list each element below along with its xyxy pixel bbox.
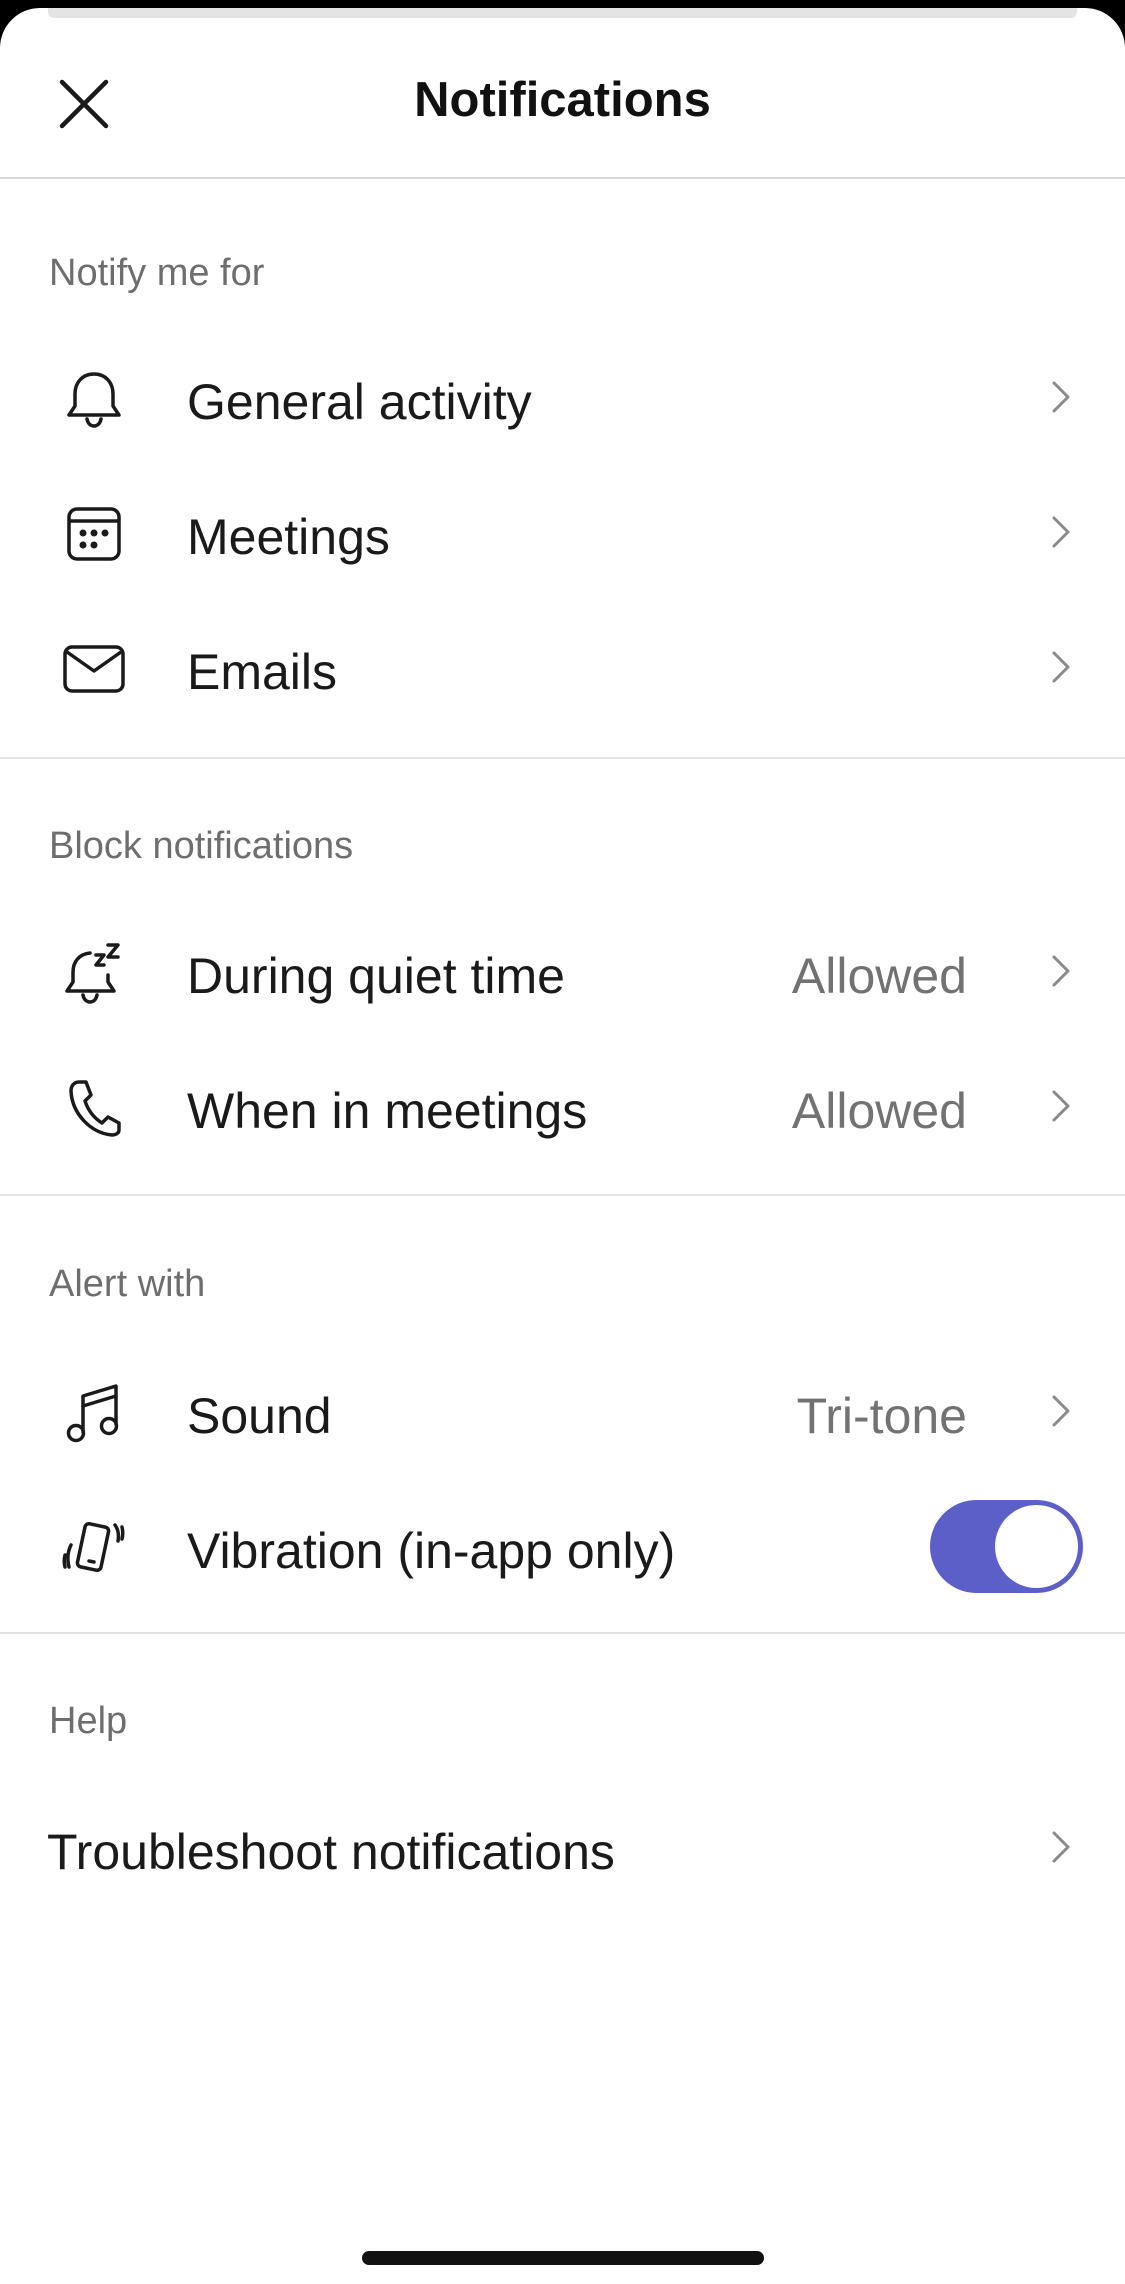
row-sound[interactable]: Sound Tri-tone <box>0 1343 1125 1478</box>
row-value: Allowed <box>791 1083 967 1139</box>
section-block: Block notifications During quiet time Al… <box>0 759 1125 1196</box>
row-troubleshoot[interactable]: Troubleshoot notifications <box>0 1779 1125 1914</box>
home-indicator <box>362 2251 764 2265</box>
chevron-right-icon <box>1052 651 1070 683</box>
row-label: Emails <box>187 644 338 700</box>
row-meetings[interactable]: Meetings <box>0 464 1125 599</box>
section-label-notify: Notify me for <box>49 252 265 294</box>
toggle-knob <box>995 1505 1078 1588</box>
section-label-block: Block notifications <box>49 825 354 867</box>
section-help: Help Troubleshoot notifications <box>0 1634 1125 1934</box>
row-value: Allowed <box>791 948 967 1004</box>
row-vibration: Vibration (in-app only) <box>0 1478 1125 1613</box>
chevron-right-icon <box>1052 1090 1070 1122</box>
section-label-alert: Alert with <box>49 1263 206 1305</box>
vibrate-icon <box>60 1514 128 1582</box>
bell-icon <box>60 365 128 433</box>
row-label: Troubleshoot notifications <box>47 1824 615 1880</box>
row-in-meetings[interactable]: When in meetings Allowed <box>0 1038 1125 1173</box>
notifications-sheet: Notifications Notify me for General acti… <box>0 8 1125 2284</box>
page-title: Notifications <box>414 73 711 127</box>
header: Notifications <box>0 8 1125 179</box>
section-alert: Alert with Sound Tri-tone Vibration (in-… <box>0 1196 1125 1634</box>
row-label: During quiet time <box>187 948 565 1004</box>
row-quiet-time[interactable]: During quiet time Allowed <box>0 903 1125 1038</box>
music-note-icon <box>60 1379 128 1447</box>
section-label-help: Help <box>49 1700 128 1742</box>
chevron-right-icon <box>1052 1831 1070 1863</box>
row-label: When in meetings <box>187 1083 588 1139</box>
row-label: Sound <box>187 1388 332 1444</box>
row-label: General activity <box>187 374 532 430</box>
row-label: Vibration (in-app only) <box>187 1523 676 1579</box>
mail-icon <box>60 635 128 703</box>
bell-snooze-icon <box>60 939 128 1007</box>
chevron-right-icon <box>1052 516 1070 548</box>
row-emails[interactable]: Emails <box>0 599 1125 734</box>
phone-icon <box>60 1074 128 1142</box>
row-label: Meetings <box>187 509 390 565</box>
row-general-activity[interactable]: General activity <box>0 329 1125 464</box>
chevron-right-icon <box>1052 955 1070 987</box>
section-notify: Notify me for General activity Meetings … <box>0 179 1125 759</box>
chevron-right-icon <box>1052 381 1070 413</box>
chevron-right-icon <box>1052 1395 1070 1427</box>
row-value: Tri-tone <box>796 1388 967 1444</box>
calendar-icon <box>60 500 128 568</box>
vibration-toggle[interactable] <box>930 1500 1083 1593</box>
